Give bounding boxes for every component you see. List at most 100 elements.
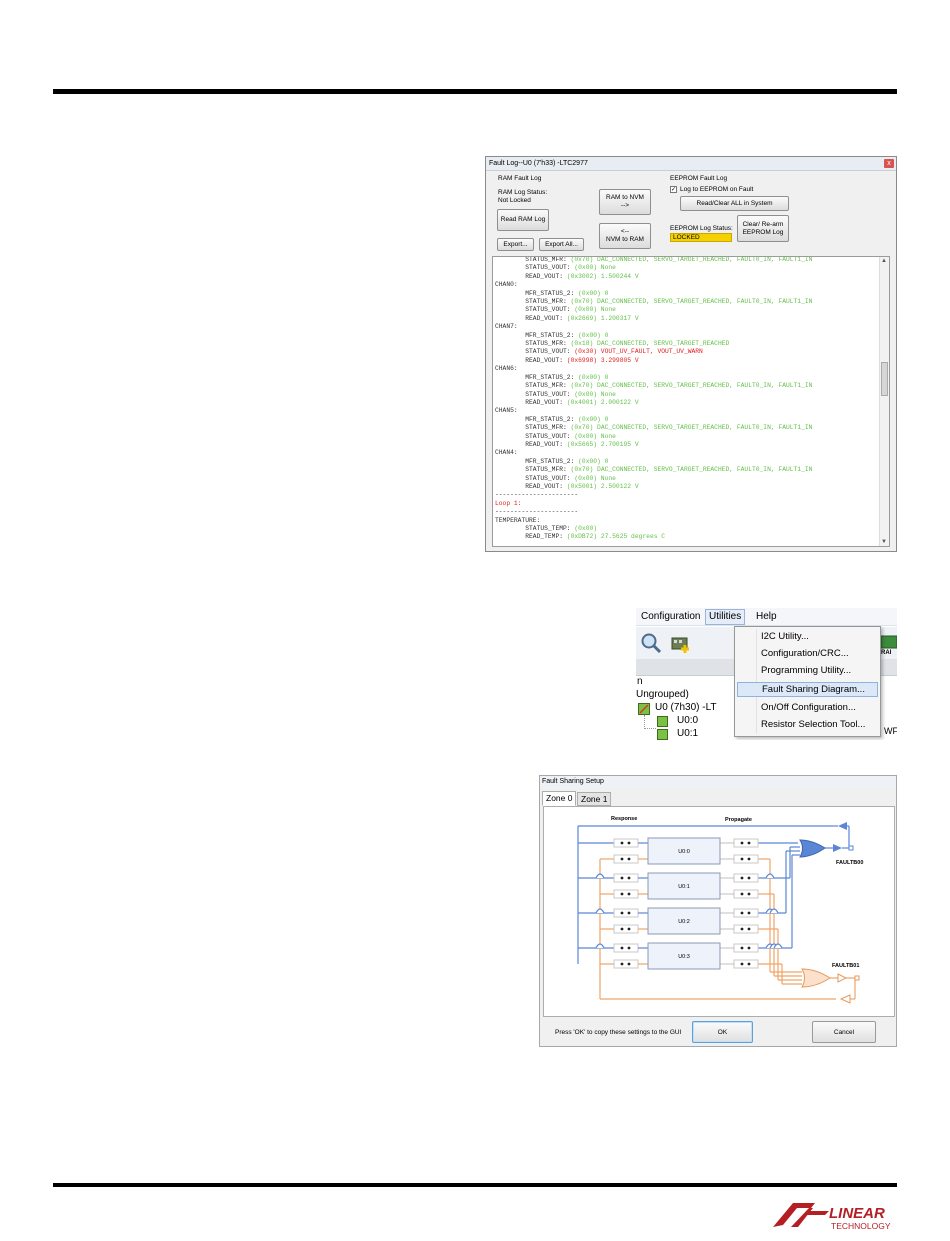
close-icon[interactable]: x: [884, 159, 894, 168]
eeprom-log-status-value: LOCKED: [670, 233, 732, 242]
ok-button[interactable]: OK: [692, 1021, 753, 1043]
log-value: (0x00) None: [574, 264, 616, 272]
log-indent: [495, 348, 525, 355]
log-line: STATUS_VOUT: (0x30) VOUT_UV_FAULT, VOUT_…: [495, 348, 812, 356]
log-key: READ_VOUT:: [525, 440, 567, 448]
channel-block: U0:1: [647, 872, 721, 900]
tab-zone-1[interactable]: Zone 1: [577, 792, 612, 806]
log-line: READ_VOUT: (0x2669) 1.200317 V: [495, 315, 812, 323]
magnifier-icon[interactable]: [640, 632, 662, 654]
log-line: CHAN5:: [495, 407, 812, 415]
log-line: STATUS_MFR: (0x70) DAC_CONNECTED, SERVO_…: [495, 424, 812, 432]
log-value: (0x00) None: [574, 432, 616, 440]
log-key: STATUS_VOUT:: [525, 390, 575, 398]
log-key: STATUS_TEMP:: [525, 525, 575, 532]
log-value: (0x2669) 1.200317 V: [566, 314, 639, 322]
menu-item-configuration-crc[interactable]: Configuration/CRC...: [761, 648, 849, 659]
log-value: (0x00) 0: [578, 331, 609, 339]
add-board-icon[interactable]: [671, 635, 691, 653]
scroll-thumb[interactable]: [881, 362, 888, 396]
nvm-to-ram-button[interactable]: <-- NVM to RAM: [599, 223, 651, 249]
response-switch[interactable]: [613, 908, 639, 918]
log-indent: [495, 315, 525, 322]
log-value: (0x18) DAC_CONNECTED, SERVO_TARGET_REACH…: [570, 340, 730, 348]
log-line: CHAN0:: [495, 281, 812, 289]
propagate-switch[interactable]: [733, 908, 759, 918]
log-value: (0x5001) 2.500122 V: [566, 482, 639, 490]
menu-item-onoff-configuration[interactable]: On/Off Configuration...: [761, 702, 856, 713]
read-clear-all-button[interactable]: Read/Clear ALL in System: [680, 196, 789, 211]
log-indent: [495, 483, 525, 490]
log-value: (0x70) DAC_CONNECTED, SERVO_TARGET_REACH…: [570, 256, 813, 263]
read-ram-log-button[interactable]: Read RAM Log: [497, 209, 549, 231]
log-line: Loop 1:: [495, 500, 812, 508]
cancel-button[interactable]: Cancel: [812, 1021, 876, 1043]
menu-item-fault-sharing-diagram[interactable]: Fault Sharing Diagram...: [737, 682, 878, 697]
response-switch[interactable]: [613, 924, 639, 934]
log-lines: STATUS_MFR: (0x70) DAC_CONNECTED, SERVO_…: [495, 256, 813, 542]
fault0-label: FAULTB00: [836, 860, 863, 866]
menu-item-programming-utility[interactable]: Programming Utility...: [761, 665, 851, 676]
log-line: STATUS_VOUT: (0x00) None: [495, 391, 812, 399]
log-key: CHAN0:: [495, 281, 518, 289]
response-switch[interactable]: [613, 959, 639, 969]
scroll-up-icon[interactable]: ▲: [881, 258, 887, 264]
log-scrollbar[interactable]: ▲ ▼: [879, 257, 889, 546]
ram-to-nvm-button[interactable]: RAM to NVM -->: [599, 189, 651, 215]
tab-zone-0[interactable]: Zone 0: [542, 791, 577, 806]
chip-icon: [880, 635, 897, 649]
propagate-switch[interactable]: [733, 873, 759, 883]
tree-connector: [644, 715, 656, 729]
menu-item-resistor-selection-tool[interactable]: Resistor Selection Tool...: [761, 719, 865, 730]
tree-group-label[interactable]: Ungrouped): [636, 689, 689, 700]
tree-child-1[interactable]: U0:1: [677, 728, 698, 739]
propagate-switch[interactable]: [733, 924, 759, 934]
log-to-eeprom-checkbox[interactable]: ✓: [670, 186, 677, 193]
log-indent: [495, 340, 525, 347]
propagate-switch[interactable]: [733, 838, 759, 848]
channel-block: U0:2: [647, 907, 721, 935]
log-line: STATUS_TEMP: (0x00): [495, 525, 812, 533]
channel-icon: [657, 716, 668, 727]
log-key: MFR_STATUS_2:: [525, 289, 579, 297]
channel-label: U0:2: [678, 919, 690, 925]
scroll-down-icon[interactable]: ▼: [881, 539, 887, 545]
channel-blocks: U0:0 U0:1 U0:2 U0:3: [647, 837, 734, 970]
eeprom-fault-log-label: EEPROM Fault Log: [670, 175, 728, 182]
clear-rearm-eeprom-button[interactable]: Clear/ Re-arm EEPROM Log: [737, 215, 789, 242]
response-switch[interactable]: [613, 889, 639, 899]
log-key: STATUS_MFR:: [525, 256, 571, 263]
response-switch[interactable]: [613, 838, 639, 848]
propagate-switch[interactable]: [733, 959, 759, 969]
fault-log-text-area[interactable]: STATUS_MFR: (0x70) DAC_CONNECTED, SERVO_…: [492, 256, 890, 547]
log-key: READ_VOUT:: [525, 356, 567, 364]
tree-root-label[interactable]: U0 (7h30) -LT: [655, 702, 717, 713]
log-key: READ_VOUT:: [525, 314, 567, 322]
log-value: (0x00) 0: [578, 457, 609, 465]
log-value: (0x6998) 3.299805 V: [566, 356, 639, 364]
log-value: (0x5665) 2.700195 V: [566, 440, 639, 448]
propagate-switch[interactable]: [733, 854, 759, 864]
response-switch[interactable]: [613, 873, 639, 883]
tree-partial-text: n: [637, 676, 643, 687]
propagate-switch[interactable]: [733, 889, 759, 899]
log-value: (0x00) None: [574, 390, 616, 398]
export-button[interactable]: Export...: [497, 238, 534, 251]
menu-utilities[interactable]: Utilities: [705, 609, 746, 625]
utilities-menu-screenshot: Configuration Utilities Help RAI n Ungro…: [636, 608, 897, 740]
log-indent: [495, 441, 525, 448]
log-line: ----------------------: [495, 508, 812, 516]
propagate-switch[interactable]: [733, 943, 759, 953]
channel-block: U0:0: [647, 837, 721, 865]
menu-item-i2c-utility[interactable]: I2C Utility...: [761, 631, 809, 642]
response-switch[interactable]: [613, 854, 639, 864]
fault-log-window: Fault Log--U0 (7'h33) -LTC2977 x RAM Fau…: [485, 156, 897, 552]
export-all-button[interactable]: Export All...: [539, 238, 584, 251]
response-switch[interactable]: [613, 943, 639, 953]
tree-child-0[interactable]: U0:0: [677, 715, 698, 726]
log-indent: [495, 332, 525, 339]
menu-configuration[interactable]: Configuration: [641, 611, 700, 622]
menu-help[interactable]: Help: [756, 611, 777, 622]
log-value: (0x00) None: [574, 474, 616, 482]
log-value: (0x00) None: [574, 306, 616, 314]
